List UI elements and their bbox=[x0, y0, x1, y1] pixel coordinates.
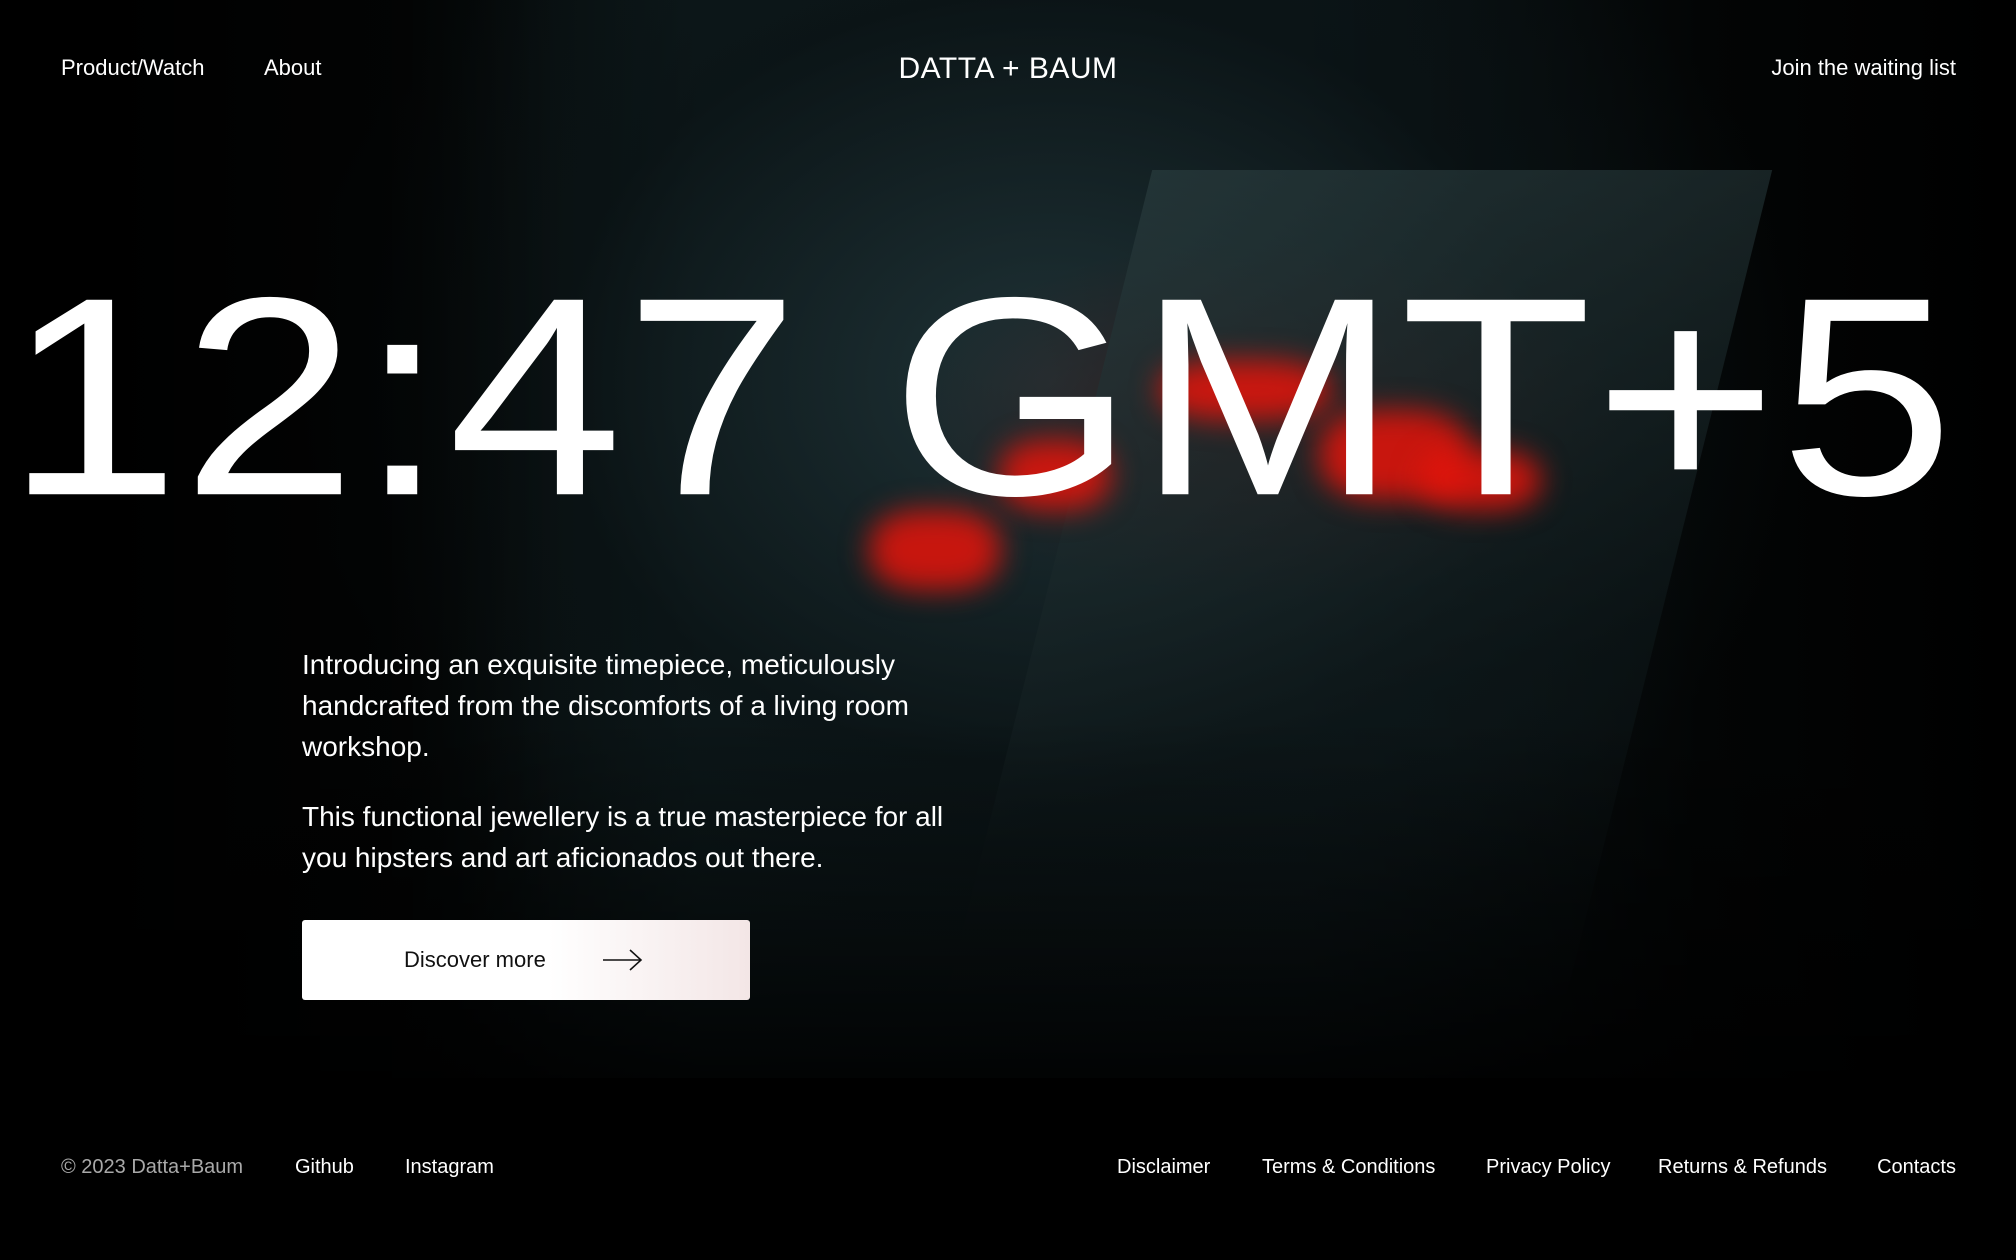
footer-link-privacy[interactable]: Privacy Policy bbox=[1486, 1152, 1610, 1182]
footer-link-github[interactable]: Github bbox=[295, 1152, 354, 1182]
hero-intro: Introducing an exquisite timepiece, meti… bbox=[302, 644, 982, 878]
discover-more-label: Discover more bbox=[404, 947, 546, 972]
discover-more-button[interactable]: Discover more bbox=[302, 920, 750, 1000]
footer-link-disclaimer[interactable]: Disclaimer bbox=[1117, 1152, 1210, 1182]
footer-copyright: © 2023 Datta+Baum bbox=[61, 1156, 244, 1178]
nav-product-watch[interactable]: Product/Watch bbox=[61, 52, 204, 84]
brand-logo[interactable]: DATTA + BAUM bbox=[898, 52, 1117, 85]
footer-link-instagram[interactable]: Instagram bbox=[405, 1152, 494, 1182]
join-waiting-list-link[interactable]: Join the waiting list bbox=[1771, 52, 1956, 84]
intro-paragraph: Introducing an exquisite timepiece, meti… bbox=[302, 649, 909, 762]
footer-link-terms[interactable]: Terms & Conditions bbox=[1262, 1152, 1435, 1182]
intro-paragraph: This functional jewellery is a true mast… bbox=[302, 801, 944, 873]
page: Product/Watch About DATTA + BAUM Join th… bbox=[0, 0, 2016, 1260]
footer-link-contacts[interactable]: Contacts bbox=[1877, 1152, 1956, 1182]
arrow-right-icon bbox=[603, 949, 643, 971]
footer-link-returns[interactable]: Returns & Refunds bbox=[1658, 1152, 1827, 1182]
hero-clock-display: H 12:47 GMT+5 bbox=[0, 238, 1956, 555]
nav-about[interactable]: About bbox=[264, 52, 322, 84]
